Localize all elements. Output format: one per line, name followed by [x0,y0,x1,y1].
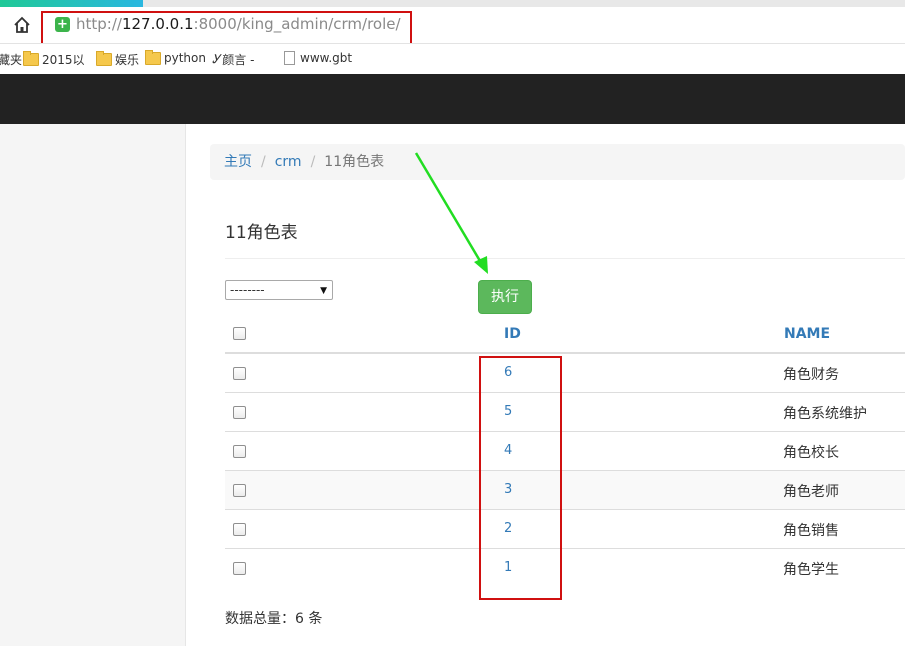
bookmark-item[interactable]: Ꭹ 颜言 - [212,51,254,68]
table-row: 3 角色老师 [225,471,905,510]
total-count: 数据总量：6 条 [225,608,322,628]
url-host: 127.0.0.1 [121,15,194,33]
total-label: 数据总量： [225,611,295,627]
row-checkbox[interactable] [233,484,246,497]
table-row: 1 角色学生 [225,549,905,588]
dropdown-caret-icon: ▼ [320,286,327,296]
bookmarks-bar: 藏夹 2015以 娱乐 python Ꭹ 颜言 - www.gbt [0,43,905,74]
table-row: 6 角色财务 [225,354,905,393]
breadcrumb-separator: / [310,154,316,170]
row-name: 角色校长 [783,445,839,461]
bookmark-label: www.gbt [300,51,353,65]
url-path: :8000/king_admin/crm/role/ [193,15,401,33]
row-checkbox[interactable] [233,562,246,575]
row-checkbox[interactable] [233,445,246,458]
select-all-checkbox[interactable] [233,327,246,340]
total-number: 6 [295,611,304,627]
page-load-progress [0,0,905,7]
secure-shield-icon: + [55,17,70,32]
bookmark-label: 颜言 - [222,53,255,67]
bookmark-item[interactable]: 娱乐 [96,51,139,68]
bookmark-label: 藏夹 [0,53,23,67]
row-name: 角色销售 [783,523,839,539]
total-unit: 条 [308,611,323,627]
bookmark-item[interactable]: python [145,49,206,65]
top-navbar [0,74,905,124]
breadcrumb: 主页 / crm / 11角色表 [210,144,905,180]
sidebar [0,124,186,646]
row-checkbox[interactable] [233,406,246,419]
action-select-value: -------- [230,283,265,297]
column-header-name[interactable]: NAME [784,326,830,342]
table-row: 2 角色销售 [225,510,905,549]
row-name: 角色系统维护 [783,406,867,422]
folder-icon [96,51,112,66]
url-field[interactable]: http://127.0.0.1:8000/king_admin/crm/rol… [76,15,401,33]
breadcrumb-separator: / [261,154,266,170]
row-checkbox[interactable] [233,523,246,536]
action-select[interactable]: -------- ▼ [225,280,333,300]
folder-icon [23,51,39,66]
table-row: 5 角色系统维护 [225,393,905,432]
row-name: 角色老师 [783,484,839,500]
home-icon[interactable] [13,16,31,34]
progress-fill [0,0,143,7]
id-column-highlight-box [479,356,562,600]
row-checkbox[interactable] [233,367,246,380]
column-header-id[interactable]: ID [504,326,521,342]
folder-icon [145,49,161,65]
execute-button[interactable]: 执行 [478,280,532,314]
divider [225,258,905,259]
address-bar-row: + http://127.0.0.1:8000/king_admin/crm/r… [0,7,905,45]
bookmark-label: 2015以 [42,53,85,67]
page-title: 11角色表 [225,223,298,243]
bookmark-item[interactable]: www.gbt [284,51,352,65]
bookmark-label: python [164,51,206,65]
row-name: 角色学生 [783,562,839,578]
site-icon: Ꭹ [212,52,221,66]
breadcrumb-app-link[interactable]: crm [275,154,302,170]
table-row: 4 角色校长 [225,432,905,471]
breadcrumb-current: 11角色表 [324,154,385,170]
url-prefix: http:// [76,15,122,33]
bookmark-item[interactable]: 2015以 [23,51,85,68]
breadcrumb-home-link[interactable]: 主页 [224,154,252,170]
bookmark-item[interactable]: 藏夹 [0,51,22,68]
bookmark-label: 娱乐 [115,53,140,67]
row-name: 角色财务 [783,367,839,383]
page-icon [284,51,295,65]
